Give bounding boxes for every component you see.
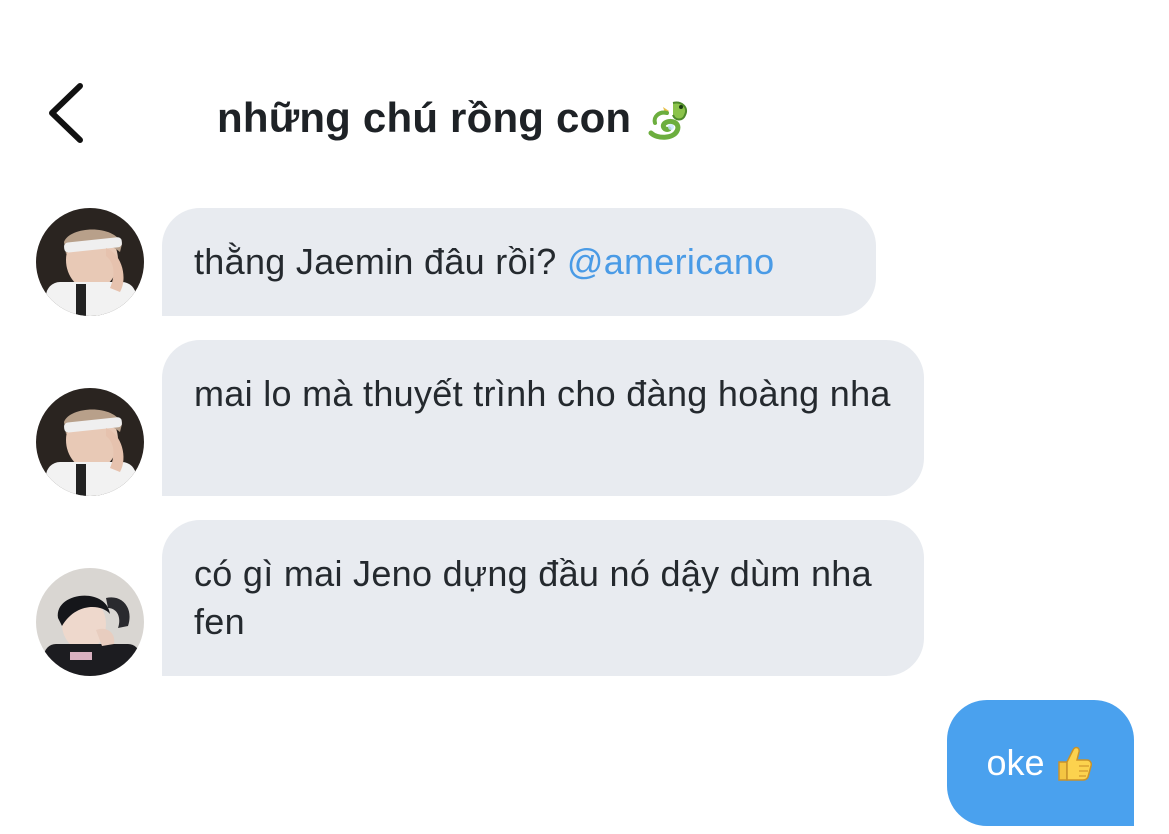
back-button[interactable] bbox=[40, 80, 96, 146]
outgoing-message-text: oke bbox=[986, 742, 1045, 783]
thumbs-up-icon bbox=[1057, 746, 1092, 781]
chat-screen: những chú rồng con thằng Jaemin đâu rồi? bbox=[0, 0, 1169, 834]
message-text: có gì mai Jeno dựng đầu nó dậy dùm nha f… bbox=[194, 553, 872, 642]
message-text: thằng Jaemin đâu rồi? bbox=[194, 241, 567, 282]
message-bubble: mai lo mà thuyết trình cho đàng hoàng nh… bbox=[162, 340, 924, 496]
outgoing-message-bubble: oke bbox=[947, 700, 1134, 826]
avatar[interactable] bbox=[36, 208, 144, 316]
message-bubble: có gì mai Jeno dựng đầu nó dậy dùm nha f… bbox=[162, 520, 924, 676]
conversation-title: những chú rồng con bbox=[217, 88, 693, 148]
chevron-left-icon bbox=[49, 83, 83, 143]
message-text: mai lo mà thuyết trình cho đàng hoàng nh… bbox=[194, 373, 891, 414]
message-row: thằng Jaemin đâu rồi? @americano bbox=[0, 208, 1169, 316]
message-row: có gì mai Jeno dựng đầu nó dậy dùm nha f… bbox=[0, 520, 1169, 676]
avatar-user-1 bbox=[36, 208, 144, 316]
avatar[interactable] bbox=[36, 568, 144, 676]
dragon-icon bbox=[648, 101, 688, 140]
message-bubble: thằng Jaemin đâu rồi? @americano bbox=[162, 208, 876, 316]
avatar-user-2 bbox=[36, 568, 144, 676]
mention-link[interactable]: @americano bbox=[567, 241, 775, 282]
conversation-title-text: những chú rồng con bbox=[217, 94, 632, 141]
avatar-user-1 bbox=[36, 388, 144, 496]
avatar[interactable] bbox=[36, 388, 144, 496]
message-row: mai lo mà thuyết trình cho đàng hoàng nh… bbox=[0, 340, 1169, 496]
